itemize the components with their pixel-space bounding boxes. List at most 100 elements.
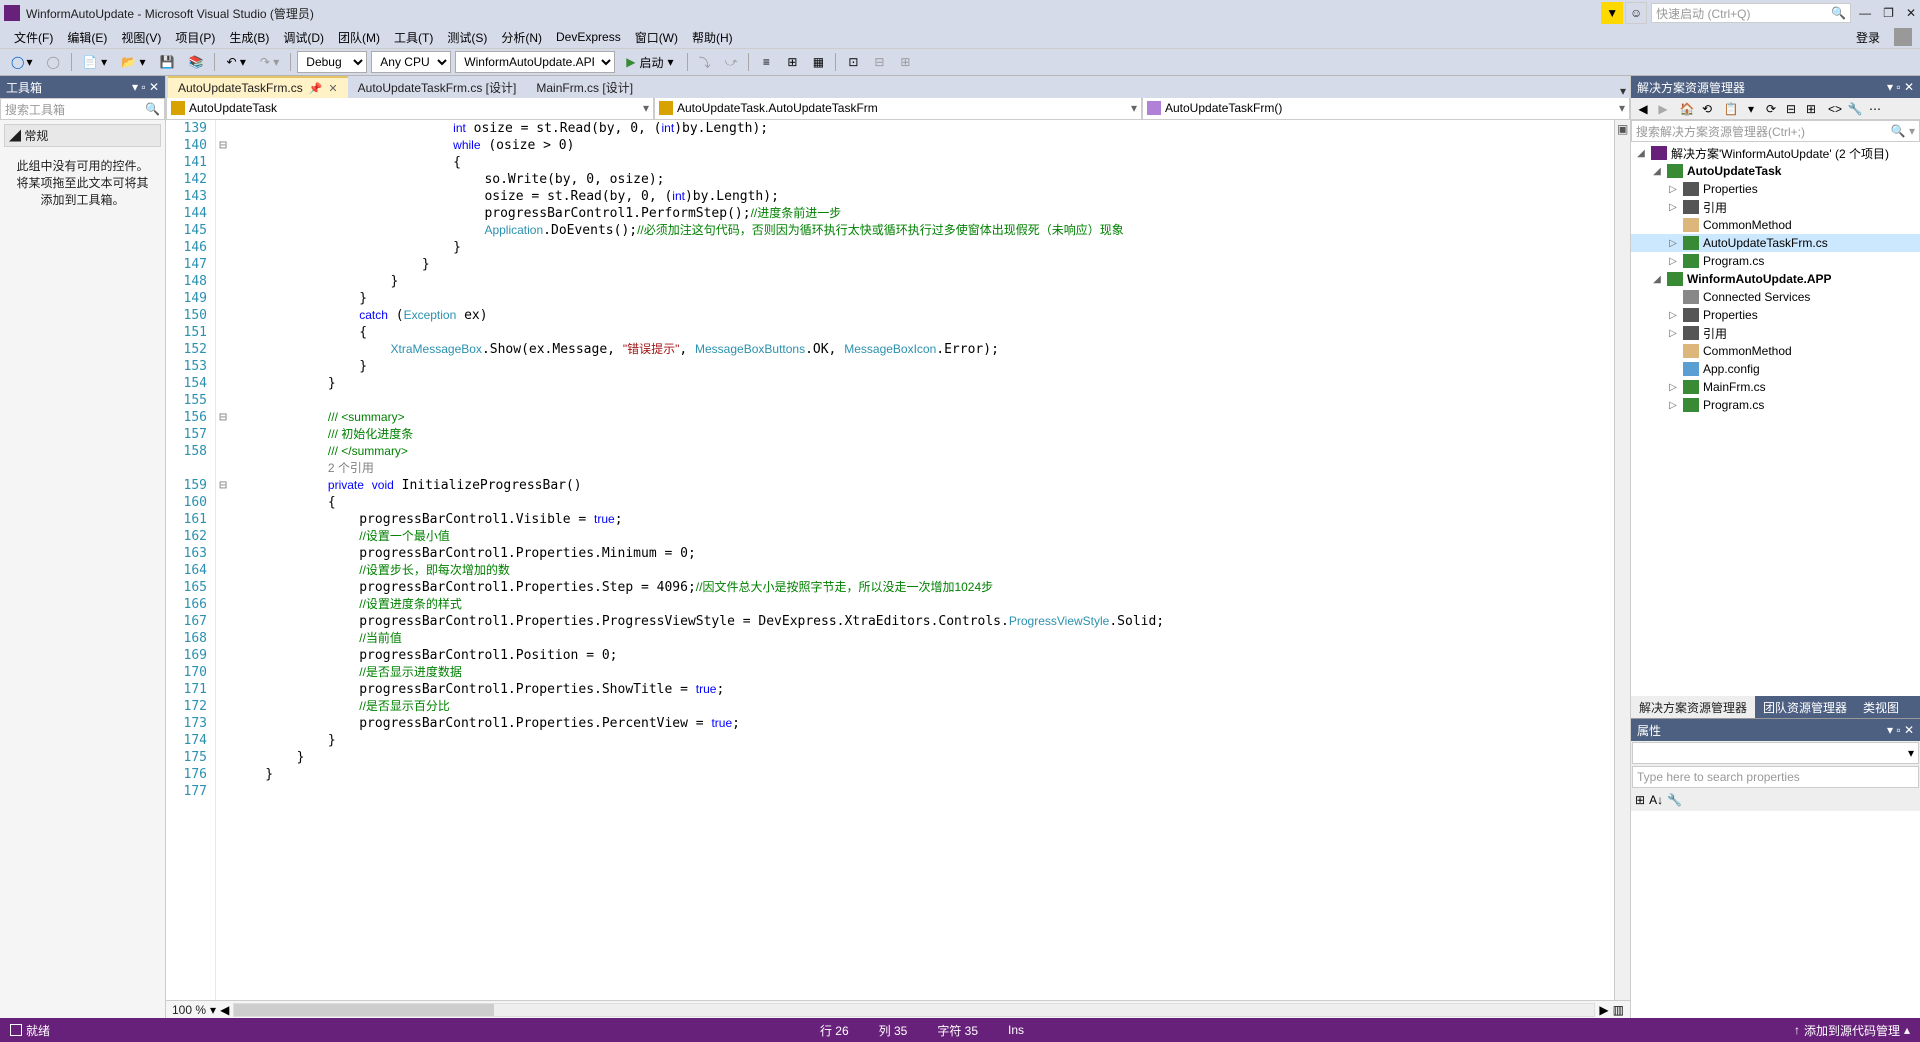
- sln-pending-icon[interactable]: 📋: [1723, 101, 1739, 117]
- toolbar-btn-b[interactable]: ⊞: [781, 51, 803, 73]
- expand-arrow-icon[interactable]: ◢: [1651, 166, 1663, 177]
- props-alpha-icon[interactable]: A↓: [1649, 793, 1663, 807]
- tree-node[interactable]: ▷引用: [1631, 198, 1920, 216]
- doc-tab[interactable]: AutoUpdateTaskFrm.cs [设计]: [348, 76, 527, 98]
- new-item-button[interactable]: 📄 ▾: [78, 51, 112, 73]
- properties-search-input[interactable]: Type here to search properties: [1632, 766, 1919, 788]
- sln-fwd-icon[interactable]: ▶: [1655, 101, 1671, 117]
- fold-gutter[interactable]: ⊟ ⊟ ⊟: [216, 120, 230, 1000]
- code-editor[interactable]: int osize = st.Read(by, 0, (int)by.Lengt…: [230, 120, 1614, 1000]
- properties-object-combo[interactable]: ▾: [1632, 742, 1919, 764]
- expand-arrow-icon[interactable]: ▷: [1667, 382, 1679, 393]
- zoom-level[interactable]: 100 %: [172, 1003, 206, 1017]
- sln-bottom-tab[interactable]: 团队资源管理器: [1755, 696, 1855, 718]
- nav-back-button[interactable]: ◯ ▾: [6, 51, 37, 73]
- sln-collapse-icon[interactable]: ⊟: [1783, 101, 1799, 117]
- platform-dropdown[interactable]: Any CPU: [371, 51, 451, 73]
- menu-工具(T)[interactable]: 工具(T): [388, 27, 439, 48]
- pin-icon[interactable]: 📌: [309, 82, 323, 95]
- expand-arrow-icon[interactable]: ▷: [1667, 310, 1679, 321]
- nav-project-combo[interactable]: AutoUpdateTask▾: [166, 98, 654, 120]
- nav-forward-button[interactable]: ◯: [41, 51, 64, 73]
- menu-窗口(W)[interactable]: 窗口(W): [629, 27, 684, 48]
- maximize-button[interactable]: ❐: [1883, 6, 1894, 20]
- sln-bottom-tab[interactable]: 解决方案资源管理器: [1631, 696, 1755, 718]
- menu-编辑(E)[interactable]: 编辑(E): [61, 27, 113, 48]
- sln-showall-icon[interactable]: ⊞: [1803, 101, 1819, 117]
- tree-node[interactable]: ▷MainFrm.cs: [1631, 378, 1920, 396]
- doc-tab[interactable]: AutoUpdateTaskFrm.cs📌✕: [168, 76, 348, 98]
- expand-arrow-icon[interactable]: ▷: [1667, 328, 1679, 339]
- step-over-button[interactable]: ⤻: [720, 51, 743, 73]
- startup-project-dropdown[interactable]: WinformAutoUpdate.APP: [455, 51, 615, 73]
- expand-arrow-icon[interactable]: ▷: [1667, 202, 1679, 213]
- config-dropdown[interactable]: Debug: [297, 51, 367, 73]
- start-debug-button[interactable]: ▶启动 ▾: [619, 51, 680, 73]
- tree-node[interactable]: ▷Properties: [1631, 180, 1920, 198]
- toolbox-group-general[interactable]: ◢ 常规: [4, 124, 161, 147]
- tree-node[interactable]: ▷Properties: [1631, 306, 1920, 324]
- toolbar-btn-d[interactable]: ⊡: [842, 51, 864, 73]
- tree-node[interactable]: ▷Program.cs: [1631, 396, 1920, 414]
- user-avatar-icon[interactable]: [1894, 28, 1912, 46]
- tree-node[interactable]: CommonMethod: [1631, 216, 1920, 234]
- sln-home-icon[interactable]: 🏠: [1679, 101, 1695, 117]
- expand-arrow-icon[interactable]: ◢: [1651, 274, 1663, 285]
- step-into-button[interactable]: ⤵: [694, 51, 716, 73]
- expand-arrow-icon[interactable]: ▷: [1667, 400, 1679, 411]
- zoom-dropdown-icon[interactable]: ▾: [210, 1003, 216, 1017]
- toolbar-btn-e[interactable]: ⊟: [868, 51, 890, 73]
- close-icon[interactable]: ✕: [328, 82, 337, 95]
- sign-in-button[interactable]: 登录: [1848, 27, 1888, 48]
- props-wrench-icon[interactable]: 🔧: [1667, 793, 1682, 807]
- sln-sync-icon[interactable]: ⟲: [1699, 101, 1715, 117]
- menu-调试(D)[interactable]: 调试(D): [277, 27, 330, 48]
- properties-header-buttons[interactable]: ▾ ▫ ✕: [1887, 723, 1914, 737]
- menu-测试(S)[interactable]: 测试(S): [441, 27, 493, 48]
- save-button[interactable]: 💾: [155, 51, 180, 73]
- menu-视图(V)[interactable]: 视图(V): [115, 27, 167, 48]
- notification-flag-icon[interactable]: [1601, 2, 1623, 24]
- nav-class-combo[interactable]: AutoUpdateTask.AutoUpdateTaskFrm▾: [654, 98, 1142, 120]
- undo-button[interactable]: ↶ ▾: [221, 51, 250, 73]
- sln-refresh-icon[interactable]: ⟳: [1763, 101, 1779, 117]
- props-categorized-icon[interactable]: ⊞: [1635, 793, 1645, 807]
- save-all-button[interactable]: 📚: [183, 51, 208, 73]
- menu-生成(B)[interactable]: 生成(B): [223, 27, 275, 48]
- doc-tab[interactable]: MainFrm.cs [设计]: [526, 76, 643, 98]
- tree-node[interactable]: ▷引用: [1631, 324, 1920, 342]
- menu-帮助(H)[interactable]: 帮助(H): [686, 27, 739, 48]
- horizontal-scrollbar[interactable]: [233, 1003, 1595, 1017]
- scroll-left-icon[interactable]: ◀: [220, 1003, 229, 1017]
- tree-node[interactable]: App.config: [1631, 360, 1920, 378]
- tree-node[interactable]: ◢解决方案'WinformAutoUpdate' (2 个项目): [1631, 144, 1920, 162]
- editor-side-marker[interactable]: ▣: [1614, 120, 1630, 1000]
- open-button[interactable]: 📂 ▾: [116, 51, 150, 73]
- tab-overflow-button[interactable]: ▾: [1616, 84, 1630, 98]
- sln-back-icon[interactable]: ◀: [1635, 101, 1651, 117]
- scroll-right-icon[interactable]: ▶: [1599, 1003, 1608, 1017]
- menu-DevExpress[interactable]: DevExpress: [550, 28, 627, 46]
- sln-code-icon[interactable]: <>: [1827, 101, 1843, 117]
- close-button[interactable]: ✕: [1906, 6, 1916, 20]
- tree-node[interactable]: CommonMethod: [1631, 342, 1920, 360]
- expand-arrow-icon[interactable]: ◢: [1635, 148, 1647, 159]
- quick-launch-input[interactable]: 快速启动 (Ctrl+Q) 🔍: [1651, 3, 1851, 23]
- tree-node[interactable]: ◢AutoUpdateTask: [1631, 162, 1920, 180]
- expand-arrow-icon[interactable]: ▷: [1667, 256, 1679, 267]
- status-scm[interactable]: ↑ 添加到源代码管理 ▴: [1794, 1022, 1910, 1039]
- menu-分析(N)[interactable]: 分析(N): [495, 27, 548, 48]
- solution-explorer-header-buttons[interactable]: ▾ ▫ ✕: [1887, 80, 1914, 94]
- menu-项目(P)[interactable]: 项目(P): [169, 27, 221, 48]
- solution-tree[interactable]: ◢解决方案'WinformAutoUpdate' (2 个项目)◢AutoUpd…: [1631, 142, 1920, 696]
- toolbar-btn-c[interactable]: ▦: [807, 51, 829, 73]
- toolbar-btn-f[interactable]: ⊞: [894, 51, 916, 73]
- split-icon[interactable]: ▥: [1613, 1003, 1624, 1017]
- properties-grid[interactable]: [1631, 811, 1920, 1018]
- tree-node[interactable]: ◢WinformAutoUpdate.APP: [1631, 270, 1920, 288]
- tree-node[interactable]: ▷Program.cs: [1631, 252, 1920, 270]
- feedback-icon[interactable]: ☺: [1625, 2, 1647, 24]
- tree-node[interactable]: Connected Services: [1631, 288, 1920, 306]
- toolbox-header-buttons[interactable]: ▾ ▫ ✕: [132, 80, 159, 94]
- sln-bottom-tab[interactable]: 类视图: [1855, 696, 1907, 718]
